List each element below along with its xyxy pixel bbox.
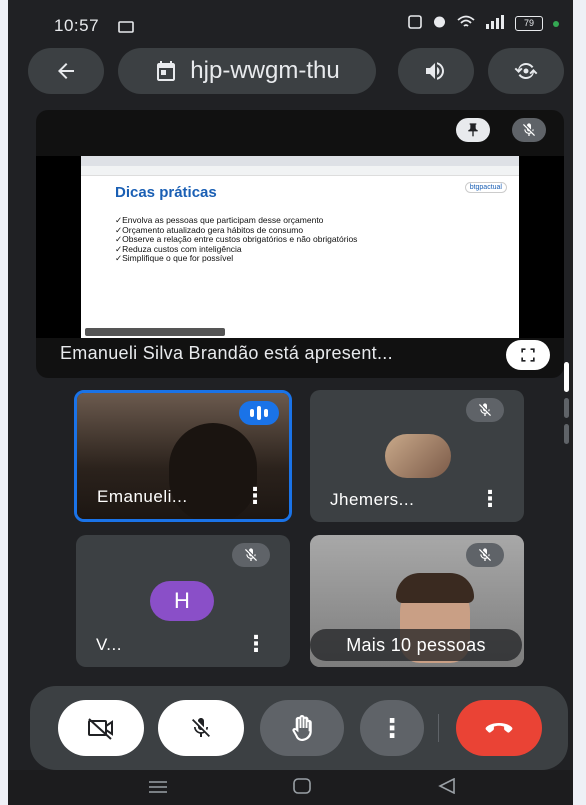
presentation-tile[interactable]: Dicas práticas btgpactual Envolva as pes… xyxy=(36,110,564,378)
speaking-indicator-icon xyxy=(239,401,279,425)
raise-hand-icon xyxy=(292,715,312,741)
system-nav-bar xyxy=(8,770,573,805)
slide-logo: btgpactual xyxy=(464,182,507,193)
avatar: H xyxy=(150,581,214,621)
audio-output-button[interactable] xyxy=(398,48,474,94)
participant-tile[interactable]: H V... ⋮ xyxy=(76,535,290,667)
mic-toggle-button[interactable] xyxy=(158,700,244,756)
more-options-button[interactable]: ⋮ xyxy=(360,700,424,756)
cast-icon xyxy=(118,18,134,38)
privacy-dot-icon xyxy=(553,20,559,27)
back-nav-icon[interactable] xyxy=(438,777,456,799)
end-call-icon xyxy=(485,723,513,733)
fullscreen-button[interactable] xyxy=(506,340,550,370)
participant-name: Jhemers... xyxy=(330,490,415,509)
wifi-icon xyxy=(457,15,475,33)
presenter-label: Emanueli Silva Brandão está apresent... xyxy=(60,343,393,363)
camera-toggle-button[interactable] xyxy=(58,700,144,756)
participant-tile[interactable]: Emanueli... ⋮ xyxy=(74,390,292,522)
calendar-icon xyxy=(157,61,176,81)
slide-title: Dicas práticas xyxy=(115,184,217,201)
more-people-button[interactable]: Mais 10 pessoas xyxy=(310,629,522,661)
divider xyxy=(438,714,439,742)
meeting-info-button[interactable]: hjp-wwgm-thu xyxy=(118,48,376,94)
more-vert-icon[interactable]: ⋮ xyxy=(245,631,267,656)
recents-icon[interactable] xyxy=(148,778,168,799)
presenter-muted-indicator xyxy=(512,118,546,142)
battery-icon: 79 xyxy=(515,16,543,31)
participant-name: Emanueli... xyxy=(97,487,188,506)
mic-off-icon xyxy=(466,398,504,422)
mic-off-icon xyxy=(466,543,504,567)
call-controls: ⋮ xyxy=(30,686,568,770)
raise-hand-button[interactable] xyxy=(260,700,344,756)
participant-tile[interactable]: Jhemers... ⋮ xyxy=(310,390,524,522)
mic-off-icon xyxy=(232,543,270,567)
back-button[interactable] xyxy=(28,48,104,94)
pin-button[interactable] xyxy=(456,118,490,142)
back-arrow-icon xyxy=(58,63,74,79)
participant-tile[interactable]: Mais 10 pessoas xyxy=(310,535,524,667)
switch-camera-button[interactable] xyxy=(488,48,564,94)
top-bar: hjp-wwgm-thu xyxy=(8,48,573,98)
status-time: 10:57 xyxy=(54,16,100,35)
flip-camera-icon xyxy=(514,63,538,79)
home-icon[interactable] xyxy=(292,778,312,799)
scrollbar[interactable] xyxy=(564,362,569,392)
shared-screen: Dicas práticas btgpactual Envolva as pes… xyxy=(36,156,564,338)
end-call-button[interactable] xyxy=(456,700,542,756)
slide-bullets: Envolva as pessoas que participam desse … xyxy=(115,215,455,264)
status-icons: 79 xyxy=(408,14,559,33)
slide-controls xyxy=(85,328,225,336)
mic-off-icon xyxy=(523,123,535,136)
nfc-icon xyxy=(408,14,422,33)
meeting-code: hjp-wwgm-thu xyxy=(190,57,340,84)
speaker-icon xyxy=(426,62,444,80)
mic-off-icon xyxy=(192,718,210,737)
avatar xyxy=(385,434,451,478)
meet-screen: 10:57 79 hjp-wwgm-thu Dicas práticas btg… xyxy=(8,0,573,805)
camera-off-icon xyxy=(88,718,113,740)
pin-icon xyxy=(468,123,478,137)
more-vert-icon: ⋮ xyxy=(379,712,405,743)
more-vert-icon[interactable]: ⋮ xyxy=(479,486,501,511)
fullscreen-icon xyxy=(521,348,535,362)
participant-name: V... xyxy=(96,635,122,654)
signal-icon xyxy=(485,14,505,33)
more-vert-icon[interactable]: ⋮ xyxy=(244,483,266,508)
status-bar: 10:57 79 xyxy=(8,0,573,52)
slide-window: Dicas práticas btgpactual Envolva as pes… xyxy=(81,156,519,338)
slide-bullet: Simplifique o que for possível xyxy=(115,253,455,264)
alarm-icon xyxy=(432,14,447,33)
